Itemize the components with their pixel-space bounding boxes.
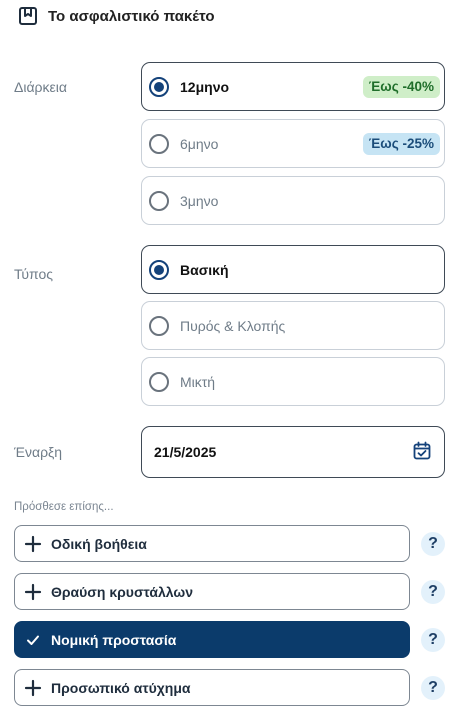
addon-label: Νομική προστασία — [51, 631, 177, 648]
radio-unchecked-icon[interactable] — [149, 190, 169, 211]
radio-unchecked-icon[interactable] — [149, 315, 169, 336]
type-option-label: Πυρός & Κλοπής — [180, 317, 286, 334]
type-option-label: Μικτή — [180, 373, 216, 390]
help-icon[interactable]: ? — [421, 580, 445, 604]
addon-label: Προσωπικό ατύχημα — [51, 679, 191, 696]
type-label: Τύπος — [14, 266, 53, 282]
start-date-value: 21/5/2025 — [154, 444, 217, 460]
addons-hint: Πρόσθεσε επίσης... — [14, 501, 114, 513]
start-date-field[interactable]: 21/5/2025 — [141, 426, 445, 478]
discount-badge: Έως -25% — [362, 132, 440, 155]
radio-unchecked-icon[interactable] — [149, 133, 169, 154]
help-icon[interactable]: ? — [421, 676, 445, 700]
plus-icon — [24, 535, 42, 553]
page-title: Το ασφαλιστικό πακέτο — [48, 7, 215, 25]
addon-personal-accident[interactable]: Προσωπικό ατύχημα — [14, 669, 410, 706]
duration-option-label: 12μηνο — [180, 78, 230, 95]
help-icon[interactable]: ? — [421, 532, 445, 556]
duration-option-6[interactable]: 6μηνο Έως -25% — [141, 119, 445, 168]
calendar-check-icon[interactable] — [412, 441, 432, 461]
addon-label: Θραύση κρυστάλλων — [51, 583, 193, 600]
duration-option-label: 3μηνο — [180, 192, 219, 209]
addon-glass-breakage[interactable]: Θραύση κρυστάλλων — [14, 573, 410, 610]
discount-badge: Έως -40% — [362, 75, 440, 98]
radio-checked-icon[interactable] — [149, 76, 169, 97]
duration-option-3[interactable]: 3μηνο — [141, 176, 445, 225]
radio-checked-icon[interactable] — [149, 259, 169, 280]
type-option-label: Βασική — [180, 261, 229, 278]
type-option-basic[interactable]: Βασική — [141, 245, 445, 294]
duration-label: Διάρκεια — [14, 79, 67, 95]
plus-icon — [24, 679, 42, 697]
help-icon[interactable]: ? — [421, 628, 445, 652]
plus-icon — [24, 583, 42, 601]
radio-unchecked-icon[interactable] — [149, 371, 169, 392]
addon-legal-protection[interactable]: Νομική προστασία — [14, 621, 410, 658]
type-option-mixed[interactable]: Μικτή — [141, 357, 445, 406]
duration-option-12[interactable]: 12μηνο Έως -40% — [141, 62, 445, 111]
bookmark-box-icon — [19, 7, 37, 25]
package-header: Το ασφαλιστικό πακέτο — [18, 6, 215, 26]
check-icon — [27, 635, 39, 645]
start-label: Έναρξη — [14, 444, 63, 460]
duration-option-label: 6μηνο — [180, 135, 219, 152]
addon-label: Οδική βοήθεια — [51, 535, 147, 552]
addon-roadside-assistance[interactable]: Οδική βοήθεια — [14, 525, 410, 562]
type-option-fire-theft[interactable]: Πυρός & Κλοπής — [141, 301, 445, 350]
